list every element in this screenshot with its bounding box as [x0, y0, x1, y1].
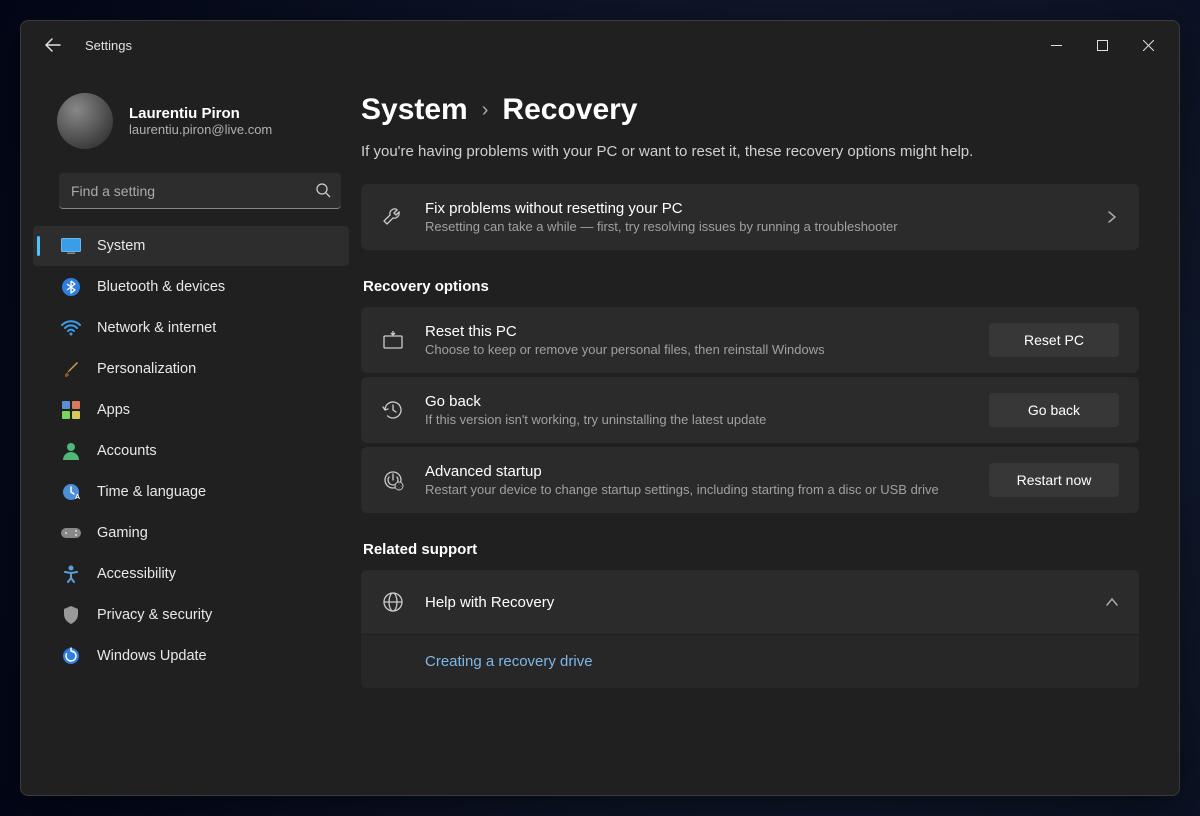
avatar [57, 93, 113, 149]
power-settings-icon [381, 468, 405, 492]
update-icon [61, 646, 81, 666]
card-desc: If this version isn't working, try unins… [425, 412, 989, 427]
sidebar-item-label: System [97, 238, 145, 254]
sidebar-item-label: Personalization [97, 361, 196, 377]
user-name: Laurentiu Piron [129, 105, 272, 122]
section-heading-support: Related support [363, 541, 1139, 558]
globe-help-icon [381, 590, 405, 614]
breadcrumb-current: Recovery [502, 93, 637, 127]
clock-icon: A [61, 482, 81, 502]
close-button[interactable] [1125, 29, 1171, 61]
page-subtitle: If you're having problems with your PC o… [361, 143, 1139, 160]
sidebar-item-accounts[interactable]: Accounts [33, 431, 349, 471]
search-container [59, 173, 341, 209]
settings-window: Settings Laurentiu Piron laurentiu.piron… [20, 20, 1180, 796]
advanced-startup-card: Advanced startup Restart your device to … [361, 447, 1139, 513]
user-profile[interactable]: Laurentiu Piron laurentiu.piron@live.com [25, 85, 357, 165]
sidebar-item-label: Network & internet [97, 320, 216, 336]
close-icon [1143, 40, 1154, 51]
minimize-icon [1051, 40, 1062, 51]
sidebar-item-label: Apps [97, 402, 130, 418]
sidebar-item-network[interactable]: Network & internet [33, 308, 349, 348]
chevron-up-icon [1105, 595, 1119, 609]
sidebar-item-label: Privacy & security [97, 607, 212, 623]
recovery-drive-link[interactable]: Creating a recovery drive [361, 635, 1139, 688]
sidebar-item-label: Gaming [97, 525, 148, 541]
content: System › Recovery If you're having probl… [361, 69, 1179, 795]
sidebar-item-label: Accounts [97, 443, 157, 459]
sidebar-item-personalization[interactable]: Personalization [33, 349, 349, 389]
restart-now-button[interactable]: Restart now [989, 463, 1119, 497]
sidebar-item-time[interactable]: A Time & language [33, 472, 349, 512]
person-icon [61, 441, 81, 461]
shield-icon [61, 605, 81, 625]
help-recovery-card[interactable]: Help with Recovery [361, 570, 1139, 634]
sidebar-item-accessibility[interactable]: Accessibility [33, 554, 349, 594]
sidebar-item-label: Bluetooth & devices [97, 279, 225, 295]
sidebar-item-update[interactable]: Windows Update [33, 636, 349, 676]
sidebar-item-label: Windows Update [97, 648, 207, 664]
breadcrumb-root[interactable]: System [361, 93, 468, 127]
go-back-button[interactable]: Go back [989, 393, 1119, 427]
minimize-button[interactable] [1033, 29, 1079, 61]
reset-pc-card: Reset this PC Choose to keep or remove y… [361, 307, 1139, 373]
arrow-left-icon [45, 37, 61, 53]
card-desc: Resetting can take a while — first, try … [425, 219, 1105, 234]
card-desc: Restart your device to change startup se… [425, 482, 989, 497]
sidebar-item-gaming[interactable]: Gaming [33, 513, 349, 553]
apps-icon [61, 400, 81, 420]
maximize-button[interactable] [1079, 29, 1125, 61]
section-heading-recovery: Recovery options [363, 278, 1139, 295]
wrench-icon [381, 205, 405, 229]
wifi-icon [61, 318, 81, 338]
chevron-right-icon: › [482, 99, 489, 122]
sidebar: Laurentiu Piron laurentiu.piron@live.com… [21, 69, 361, 795]
gaming-icon [61, 523, 81, 543]
maximize-icon [1097, 40, 1108, 51]
user-email: laurentiu.piron@live.com [129, 122, 272, 137]
card-title: Go back [425, 393, 989, 410]
search-input[interactable] [59, 173, 341, 209]
reset-icon [381, 328, 405, 352]
sidebar-item-system[interactable]: System [33, 226, 349, 266]
breadcrumb: System › Recovery [361, 93, 1139, 127]
chevron-right-icon [1105, 210, 1119, 224]
history-icon [381, 398, 405, 422]
sidebar-item-label: Time & language [97, 484, 206, 500]
card-desc: Choose to keep or remove your personal f… [425, 342, 989, 357]
back-button[interactable] [37, 29, 69, 61]
window-controls [1033, 29, 1171, 61]
go-back-card: Go back If this version isn't working, t… [361, 377, 1139, 443]
search-icon [315, 182, 331, 198]
brush-icon [61, 359, 81, 379]
reset-pc-button[interactable]: Reset PC [989, 323, 1119, 357]
card-title: Help with Recovery [425, 594, 1105, 611]
bluetooth-icon [61, 277, 81, 297]
sidebar-item-bluetooth[interactable]: Bluetooth & devices [33, 267, 349, 307]
card-title: Reset this PC [425, 323, 989, 340]
card-title: Advanced startup [425, 463, 989, 480]
fix-problems-card[interactable]: Fix problems without resetting your PC R… [361, 184, 1139, 250]
system-icon [61, 236, 81, 256]
card-title: Fix problems without resetting your PC [425, 200, 1105, 217]
titlebar: Settings [21, 21, 1179, 69]
window-title: Settings [85, 38, 132, 53]
accessibility-icon [61, 564, 81, 584]
sidebar-item-apps[interactable]: Apps [33, 390, 349, 430]
nav: System Bluetooth & devices Network & int… [25, 225, 357, 779]
sidebar-item-label: Accessibility [97, 566, 176, 582]
sidebar-item-privacy[interactable]: Privacy & security [33, 595, 349, 635]
svg-text:A: A [75, 494, 80, 501]
